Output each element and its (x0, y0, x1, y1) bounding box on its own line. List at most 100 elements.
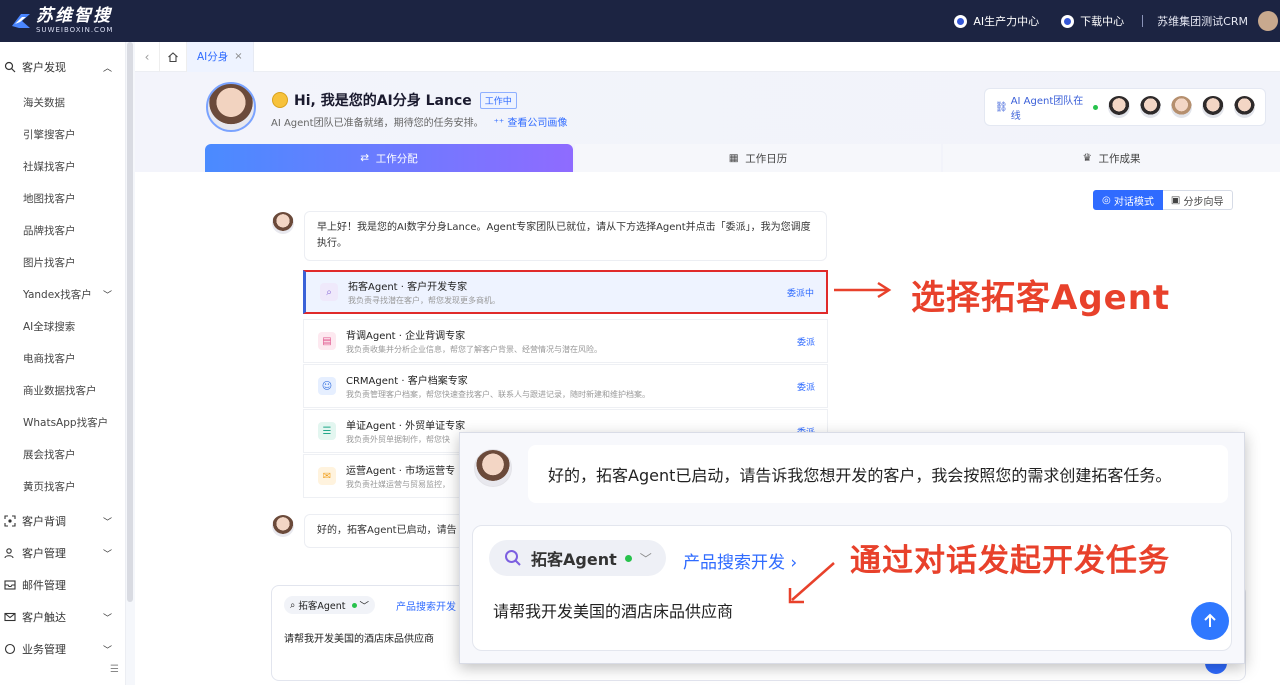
sidebar-group-background-check[interactable]: 客户背调 ﹀ (0, 505, 126, 537)
sidebar-group-customer-management[interactable]: 客户管理 ﹀ (0, 537, 126, 569)
sidebar-group-customer-discovery[interactable]: 客户发现 ︿ (0, 51, 126, 83)
logo[interactable]: 苏维智搜 SUWEIBOXIN.COM (10, 8, 113, 34)
sidebar-group-label: 客户背调 (22, 515, 66, 528)
sidebar-item-business-data[interactable]: 商业数据找客户 (0, 374, 126, 406)
team-member-avatar[interactable] (1108, 96, 1130, 118)
team-member-avatar[interactable] (1202, 96, 1224, 118)
assistant-avatar (272, 515, 294, 537)
logo-icon (12, 14, 30, 28)
close-icon[interactable]: × (234, 51, 242, 62)
tab-bar: ‹ AI分身 × (135, 41, 1280, 72)
sidebar-group-label: 客户管理 (22, 547, 66, 560)
agent-desc: 我负责收集并分析企业信息，帮您了解客户背景、经营情况与潜在风险。 (346, 345, 602, 354)
sidebar-item-yellow-pages[interactable]: 黄页找客户 (0, 470, 126, 502)
chat-mode-button[interactable]: ◎ 对话模式 (1093, 190, 1163, 210)
send-button[interactable] (1191, 602, 1229, 640)
subtitle-text: AI Agent团队已准备就绪，期待您的任务安排。 (271, 118, 484, 129)
sidebar-item-ecommerce[interactable]: 电商找客户 (0, 342, 126, 374)
sidebar-item-label: 商业数据找客户 (23, 384, 97, 397)
team-member-avatar[interactable] (1170, 96, 1193, 118)
sidebar-item-yandex[interactable]: Yandex找客户 ﹀ (0, 278, 126, 310)
sidebar-group-mail[interactable]: 邮件管理 (0, 569, 126, 601)
zoomed-assistant-reply: 好的，拓客Agent已启动，请告诉我您想开发的客户，我会按照您的需求创建拓客任务… (528, 445, 1228, 503)
team-member-avatar[interactable] (1139, 96, 1161, 118)
download-center-link[interactable]: 下载中心 (1061, 13, 1124, 29)
sidebar-item-social-media[interactable]: 社媒找客户 (0, 150, 126, 182)
sidebar-item-label: 图片找客户 (23, 256, 76, 269)
mail-box-icon (4, 580, 16, 590)
home-icon (168, 51, 178, 62)
sidebar-scrollbar[interactable] (127, 42, 133, 602)
tab-work-calendar[interactable]: ▦ 工作日历 (575, 144, 941, 172)
zoomed-product-search-link[interactable]: 产品搜索开发 › (683, 548, 797, 573)
agent-row-crm[interactable]: ☺ CRMAgent · 客户档案专家 我负责管理客户档案，帮您快速查找客户、联… (303, 364, 828, 408)
zoomed-agent-selector[interactable]: 拓客Agent ﹀ (489, 540, 666, 576)
sidebar-item-brand[interactable]: 品牌找客户 (0, 214, 126, 246)
user-avatar[interactable] (1258, 11, 1278, 31)
search-icon (4, 61, 16, 73)
ai-center-link[interactable]: AI生产力中心 (954, 13, 1039, 29)
chevron-down-icon: ﹀ (102, 517, 112, 528)
home-tab[interactable] (159, 41, 187, 72)
delegate-button[interactable]: 委派中 (787, 286, 814, 299)
sidebar-item-map[interactable]: 地图找客户 (0, 182, 126, 214)
sidebar-item-label: 品牌找客户 (23, 224, 76, 237)
ai-avatar-photo (206, 82, 256, 132)
tab-work-results[interactable]: ♛ 工作成果 (943, 144, 1280, 172)
sidebar-item-label: WhatsApp找客户 (23, 416, 109, 429)
agent-row-background[interactable]: ▤ 背调Agent · 企业背调专家 我负责收集并分析企业信息，帮您了解客户背景… (303, 319, 828, 363)
chevron-down-icon: ﹀ (102, 290, 112, 301)
team-member-avatar[interactable] (1233, 96, 1255, 118)
chat-input-text[interactable]: 请帮我开发美国的酒店床品供应商 (284, 630, 434, 645)
sidebar-group-label: 客户触达 (22, 611, 66, 624)
zoomed-input-text[interactable]: 请帮我开发美国的酒店床品供应商 (493, 598, 733, 622)
sidebar-group-business[interactable]: 业务管理 ﹀ (0, 633, 126, 665)
sidebar-item-label: 地图找客户 (23, 192, 76, 205)
company-name[interactable]: 苏维集团测试CRM (1157, 13, 1248, 29)
tab-ai-avatar[interactable]: AI分身 × (187, 41, 254, 72)
agent-desc: 我负责寻找潜在客户，帮您发现更多商机。 (348, 296, 500, 305)
tab-work-assignment[interactable]: ⇄ 工作分配 (205, 144, 573, 172)
delegate-button[interactable]: 委派 (797, 335, 815, 348)
sidebar-group-reach[interactable]: 客户触达 ﹀ (0, 601, 126, 633)
assistant-avatar (474, 449, 512, 487)
annotation-dialog-task: 通过对话发起开发任务 (850, 543, 1170, 579)
chevron-down-icon: ﹀ (102, 613, 112, 624)
top-bar: 苏维智搜 SUWEIBOXIN.COM AI生产力中心 下载中心 苏维集团测试C… (0, 0, 1280, 42)
annotation-select-agent: 选择拓客Agent (911, 278, 1171, 318)
assistant-message: 早上好！我是您的AI数字分身Lance。Agent专家团队已就位，请从下方选择A… (304, 211, 827, 261)
sidebar-item-image[interactable]: 图片找客户 (0, 246, 126, 278)
sidebar-item-ai-global[interactable]: AI全球搜索 (0, 310, 126, 342)
tab-label: AI分身 (197, 51, 229, 63)
company-profile-link[interactable]: ⁺⁺ 查看公司画像 (494, 114, 568, 129)
agent-selector[interactable]: ⌕ 拓客Agent ﹀ (284, 596, 376, 614)
product-search-link[interactable]: 产品搜索开发 (396, 598, 456, 613)
smile-icon (272, 92, 288, 108)
sidebar-item-customs-data[interactable]: 海关数据 (0, 86, 126, 118)
sidebar-group-label: 客户发现 (22, 61, 66, 74)
envelope-icon (4, 612, 16, 622)
sidebar-item-label: Yandex找客户 (23, 288, 92, 301)
agent-name: CRMAgent · 客户档案专家 (346, 376, 468, 387)
search-icon (505, 550, 521, 566)
sidebar-item-exhibition[interactable]: 展会找客户 (0, 438, 126, 470)
logo-title: 苏维智搜 (36, 6, 112, 26)
step-wizard-button[interactable]: ▣ 分步向导 (1162, 190, 1233, 210)
online-dot (624, 554, 632, 562)
sidebar-item-whatsapp[interactable]: WhatsApp找客户 (0, 406, 126, 438)
agent-row-prospecting[interactable]: ⌕ 拓客Agent · 客户开发专家 我负责寻找潜在客户，帮您发现更多商机。 委… (303, 270, 828, 314)
collapse-menu-icon[interactable]: ☰ (110, 664, 119, 675)
team-online-panel[interactable]: ⛓ AI Agent团队在线 (984, 88, 1266, 126)
sidebar-item-label: 展会找客户 (23, 448, 76, 461)
delegate-button[interactable]: 委派 (797, 380, 815, 393)
sidebar-item-engine-search[interactable]: 引擎搜客户 (0, 118, 126, 150)
agent-name: 拓客Agent · 客户开发专家 (348, 282, 468, 293)
sidebar-item-label: 电商找客户 (23, 352, 76, 365)
status-badge: 工作中 (479, 91, 517, 109)
divider (1142, 15, 1144, 27)
assistant-avatar (272, 212, 294, 234)
sidebar-item-label: 海关数据 (23, 96, 65, 109)
tab-scroll-left-icon[interactable]: ‹ (135, 50, 159, 64)
greeting-text: Hi, 我是您的AI分身 Lance (294, 93, 472, 109)
greeting: Hi, 我是您的AI分身 Lance 工作中 (272, 90, 517, 110)
